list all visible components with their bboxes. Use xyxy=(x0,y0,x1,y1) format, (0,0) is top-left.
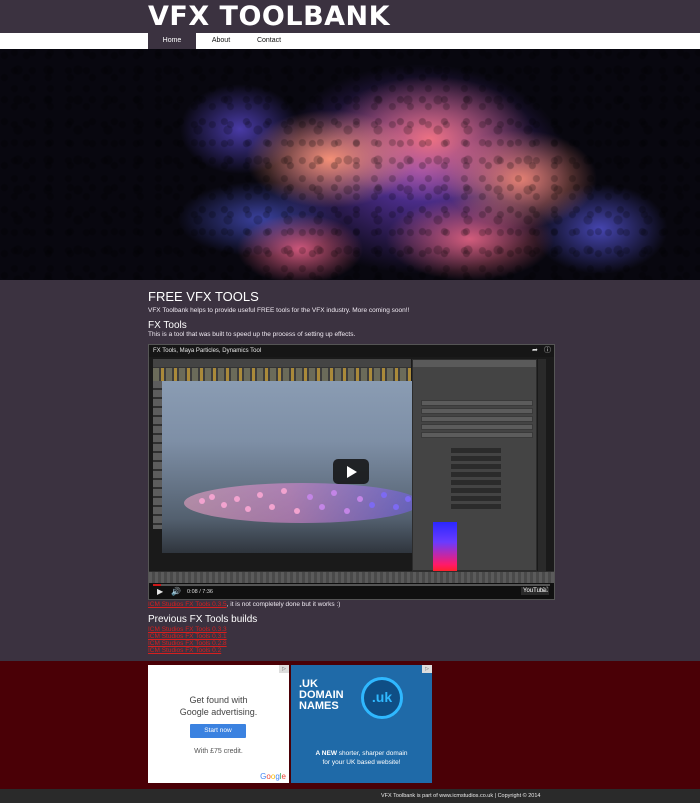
panel-row xyxy=(421,408,533,414)
video-title[interactable]: FX Tools, Maya Particles, Dynamics Tool xyxy=(153,346,261,356)
page-heading: FREE VFX TOOLS xyxy=(148,289,259,304)
hero-texture xyxy=(0,49,700,280)
download-note: , it is not completely done but it works… xyxy=(226,601,341,608)
video-frame-viewport xyxy=(162,381,416,553)
video-player[interactable]: FX Tools, Maya Particles, Dynamics Tool … xyxy=(148,344,555,600)
nav-contact[interactable]: Contact xyxy=(246,33,292,49)
video-control-bar: ▶ 🔊 0:08 / 7:36 YouTube ⛶ xyxy=(149,583,554,599)
panel-row xyxy=(421,432,533,438)
nav-about[interactable]: About xyxy=(198,33,244,49)
panel-field xyxy=(451,504,501,509)
panel-row xyxy=(421,400,533,406)
panel-field xyxy=(451,448,501,453)
site-header: VFX TOOLBANK xyxy=(0,0,700,33)
ad-choices-icon[interactable]: ▷ xyxy=(279,665,289,673)
particle-cloud xyxy=(182,461,416,541)
nav-home[interactable]: Home xyxy=(148,33,196,49)
google-ad[interactable]: ▷ Get found with Google advertising. Sta… xyxy=(148,665,289,783)
uk-domain-ad[interactable]: ▷ .UK DOMAIN NAMES .uk A NEW shorter, sh… xyxy=(291,665,432,783)
video-frame-scrollbar xyxy=(538,359,546,571)
list-item: ICM Studios FX Tools 0.3.3 xyxy=(148,626,227,633)
intro-text: VFX Toolbank helps to provide useful FRE… xyxy=(148,307,410,314)
play-button[interactable] xyxy=(333,459,369,484)
uk-logo-icon: .uk xyxy=(361,677,403,719)
panel-field xyxy=(451,472,501,477)
video-title-bar: FX Tools, Maya Particles, Dynamics Tool … xyxy=(149,345,554,357)
panel-header xyxy=(413,360,536,367)
fx-tools-description: This is a tool that was built to speed u… xyxy=(148,331,356,338)
panel-field xyxy=(451,496,501,501)
main-nav: Home About Contact xyxy=(0,33,700,49)
list-item: ICM Studios FX Tools 0.3.1 xyxy=(148,633,227,640)
video-frame-shelf xyxy=(153,368,411,381)
footer-text: VFX Toolbank is part of www.icmstudios.c… xyxy=(381,793,541,799)
panel-row xyxy=(421,416,533,422)
list-item: ICM Studios FX Tools 0.2 xyxy=(148,647,227,654)
video-frame-timeline xyxy=(149,571,554,583)
volume-icon[interactable]: 🔊 xyxy=(171,587,181,597)
panel-field xyxy=(451,456,501,461)
progress-fill xyxy=(153,584,161,586)
progress-bar[interactable] xyxy=(153,584,550,586)
ads-section: ▷ Get found with Google advertising. Sta… xyxy=(0,661,700,789)
video-frame-toolbox xyxy=(153,381,162,529)
tagline-line2: for your UK based website! xyxy=(322,759,401,766)
previous-builds-heading: Previous FX Tools builds xyxy=(148,614,258,625)
tagline-bold: A NEW xyxy=(315,750,337,757)
panel-field xyxy=(451,488,501,493)
fullscreen-icon[interactable]: ⛶ xyxy=(543,587,548,595)
build-link[interactable]: ICM Studios FX Tools 0.2.8 xyxy=(148,640,227,647)
play-icon[interactable]: ▶ xyxy=(157,587,163,597)
list-item: ICM Studios FX Tools 0.2.8 xyxy=(148,640,227,647)
ad-uk-title: .UK DOMAIN NAMES xyxy=(299,678,344,712)
hero-banner-image xyxy=(0,49,700,280)
download-line: ICM Studios FX Tools 0.3.5, it is not co… xyxy=(148,601,340,608)
start-now-button[interactable]: Start now xyxy=(190,724,246,738)
build-link[interactable]: ICM Studios FX Tools 0.2 xyxy=(148,647,221,654)
google-logo: Google xyxy=(260,772,286,781)
uk-logo-text: .uk xyxy=(371,689,393,705)
ad-credit-text: With £75 credit. xyxy=(194,748,243,755)
site-footer: VFX Toolbank is part of www.icmstudios.c… xyxy=(0,789,700,803)
info-icon[interactable]: ⓘ xyxy=(544,346,551,356)
panel-row xyxy=(421,424,533,430)
ad-uk-tagline: A NEW shorter, sharper domain for your U… xyxy=(291,749,432,767)
share-icon[interactable]: ➦ xyxy=(532,346,538,356)
download-link[interactable]: ICM Studios FX Tools 0.3.5 xyxy=(148,601,227,608)
particle-cloud-graphic xyxy=(184,483,416,523)
ad-choices-icon[interactable]: ▷ xyxy=(422,665,432,673)
site-title[interactable]: VFX TOOLBANK xyxy=(148,2,390,32)
ad-headline-line1: Get found with xyxy=(189,695,248,705)
ad-headline-line2: Google advertising. xyxy=(179,707,258,717)
previous-builds-list: ICM Studios FX Tools 0.3.3 ICM Studios F… xyxy=(148,626,227,654)
color-ramp xyxy=(433,522,457,572)
build-link[interactable]: ICM Studios FX Tools 0.3.1 xyxy=(148,633,227,640)
panel-field xyxy=(451,464,501,469)
video-frame-attribute-panel xyxy=(412,359,537,572)
panel-field xyxy=(451,480,501,485)
build-link[interactable]: ICM Studios FX Tools 0.3.3 xyxy=(148,626,227,633)
tagline-rest: shorter, sharper domain xyxy=(336,750,408,757)
play-triangle-icon xyxy=(347,466,357,478)
video-frame-menubar xyxy=(153,359,411,368)
fx-tools-heading: FX Tools xyxy=(148,320,187,331)
time-display: 0:08 / 7:36 xyxy=(187,589,213,595)
